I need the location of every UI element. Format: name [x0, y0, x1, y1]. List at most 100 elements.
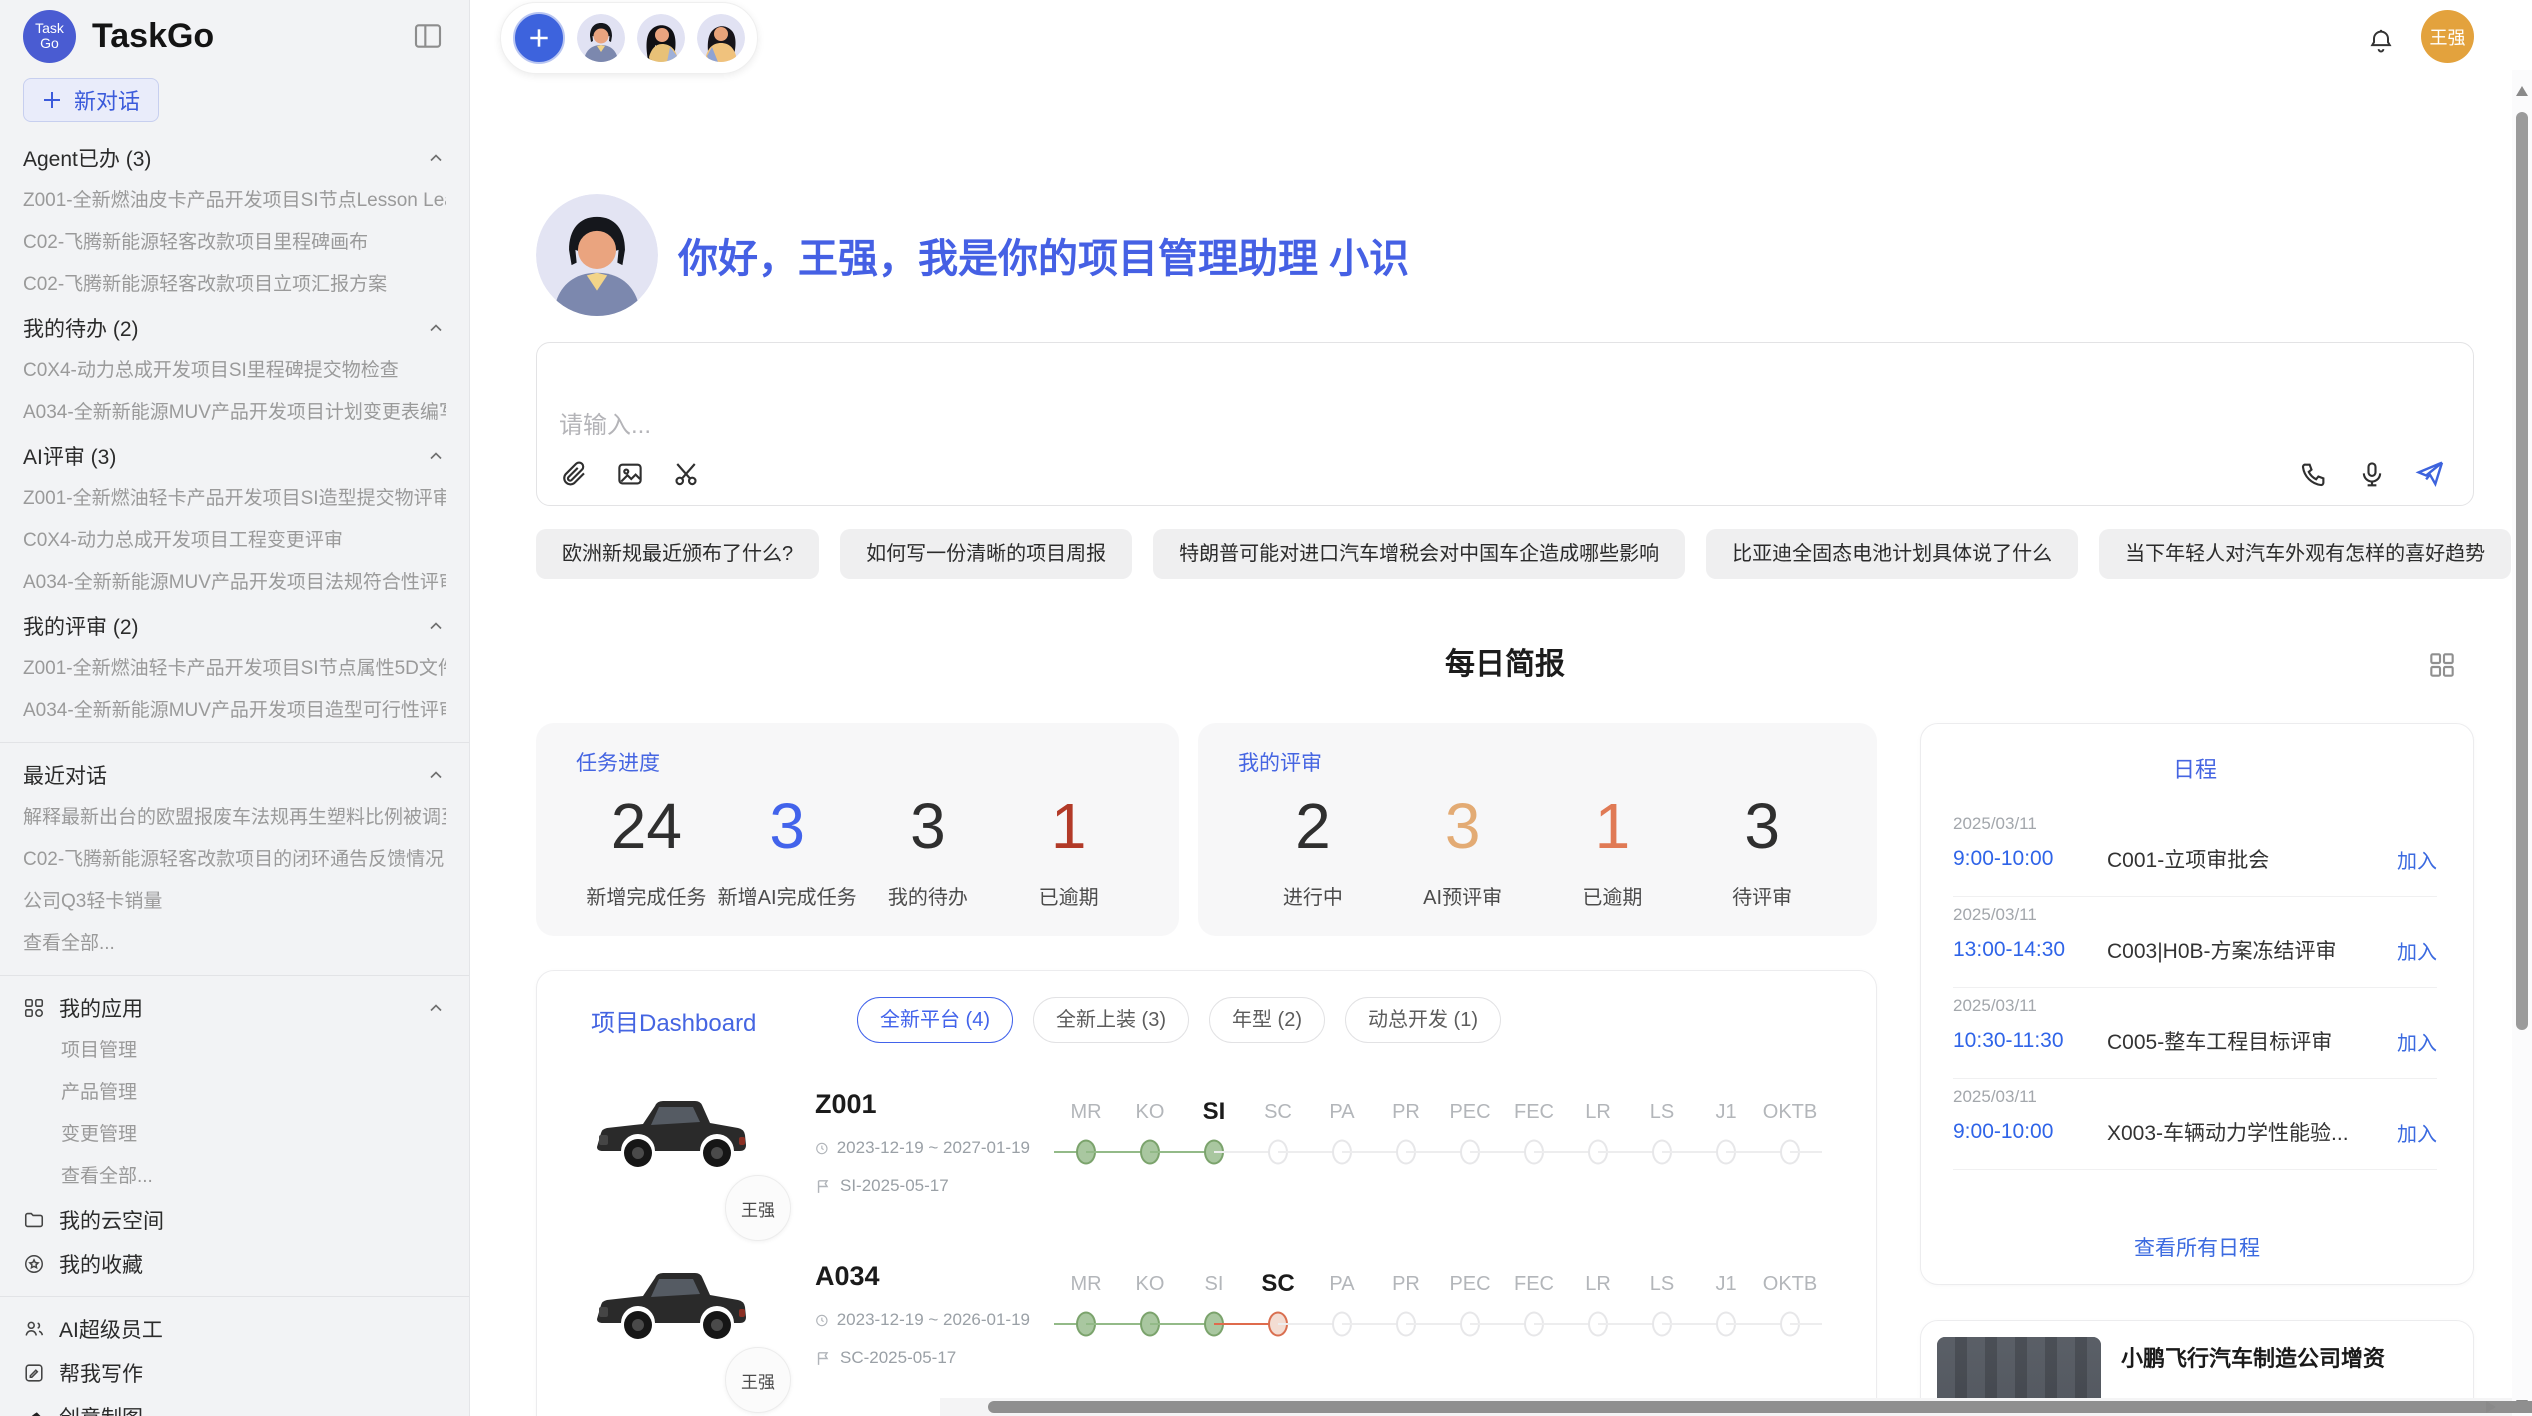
sidebar-task-item[interactable]: C02-飞腾新能源轻客改款项目立项汇报方案: [23, 264, 446, 306]
milestone-dot: [1396, 1312, 1416, 1337]
logo-text-top: Task: [35, 21, 64, 36]
milestone: PR: [1374, 1093, 1438, 1173]
sidebar-task-item[interactable]: C0X4-动力总成开发项目SI里程碑提交物检查: [23, 350, 446, 392]
app-logo: Task Go: [23, 10, 76, 63]
sidebar-task-item[interactable]: C02-飞腾新能源轻客改款项目里程碑画布: [23, 222, 446, 264]
stat-value: 2: [1238, 783, 1388, 869]
add-session-button[interactable]: [513, 12, 565, 64]
suggestion-chip[interactable]: 比亚迪全固态电池计划具体说了什么: [1706, 529, 2078, 579]
sidebar-task-item[interactable]: Z001-全新燃油轻卡产品开发项目SI节点属性5D文件评审: [23, 648, 446, 690]
sidebar-task-item[interactable]: Z001-全新燃油皮卡产品开发项目SI节点Lesson Learn报告: [23, 180, 446, 222]
stat-value: 3: [1687, 783, 1837, 869]
new-chat-button[interactable]: 新对话: [23, 78, 159, 122]
stat-item: 3 我的待办: [858, 783, 999, 910]
join-meeting-link[interactable]: 加入: [2397, 1118, 2437, 1147]
recent-chat-item[interactable]: 公司Q3轻卡销量: [23, 881, 446, 923]
send-icon[interactable]: [2413, 457, 2447, 491]
sidebar-item-help-write[interactable]: 帮我写作: [23, 1351, 446, 1395]
section-header-my-review[interactable]: 我的评审 (2): [23, 604, 446, 648]
sidebar-item-cloud-space[interactable]: 我的云空间: [23, 1198, 446, 1242]
paperclip-icon[interactable]: [557, 457, 591, 491]
microphone-icon[interactable]: [2355, 457, 2389, 491]
milestone-dot: [1652, 1140, 1672, 1165]
user-avatar[interactable]: 王强: [2421, 10, 2474, 63]
milestone-dot: [1780, 1140, 1800, 1165]
join-meeting-link[interactable]: 加入: [2397, 936, 2437, 965]
suggestion-chip[interactable]: 如何写一份清晰的项目周报: [840, 529, 1132, 579]
sidebar-item-ai-super-staff[interactable]: AI超级员工: [23, 1307, 446, 1351]
section-header-my-todo[interactable]: 我的待办 (2): [23, 306, 446, 350]
schedule-date: 2025/03/11: [1953, 814, 2437, 834]
phone-call-icon[interactable]: [2297, 457, 2331, 491]
stat-value: 3: [1388, 783, 1538, 869]
sidebar-task-item[interactable]: A034-全新新能源MUV产品开发项目法规符合性评审: [23, 562, 446, 604]
section-header-recent-chats[interactable]: 最近对话: [23, 753, 446, 797]
project-dates: 2023-12-19 ~ 2026-01-19: [837, 1310, 1030, 1330]
image-icon[interactable]: [613, 457, 647, 491]
recent-view-all-link[interactable]: 查看全部...: [23, 923, 446, 965]
chat-input-box[interactable]: 请输入...: [536, 342, 2474, 506]
layout-grid-icon[interactable]: [2426, 649, 2458, 681]
schedule-entry: 2025/03/11 9:00-10:00 X003-车辆动力学性能验... 加…: [1953, 1079, 2437, 1170]
sidebar-item-creative-draw[interactable]: 创意制图: [23, 1395, 446, 1416]
milestone: FEC: [1502, 1093, 1566, 1173]
milestone-dot: [1460, 1312, 1480, 1337]
milestone-dot: [1524, 1312, 1544, 1337]
milestone-label: FEC: [1502, 1265, 1566, 1303]
sidebar-task-item[interactable]: A034-全新新能源MUV产品开发项目造型可行性评审: [23, 690, 446, 732]
milestone: J1: [1694, 1093, 1758, 1173]
app-subitem[interactable]: 产品管理: [23, 1072, 446, 1114]
sidebar-item-my-apps[interactable]: 我的应用: [23, 986, 446, 1030]
sidebar-collapse-icon[interactable]: [412, 20, 444, 52]
milestone: KO: [1118, 1093, 1182, 1173]
horizontal-scrollbar[interactable]: [940, 1398, 2512, 1416]
milestone-label: OKTB: [1758, 1093, 1822, 1131]
logo-text-bottom: Go: [40, 36, 59, 51]
app-subitem[interactable]: 项目管理: [23, 1030, 446, 1072]
milestone-dot: [1204, 1140, 1224, 1165]
app-subitem[interactable]: 变更管理: [23, 1114, 446, 1156]
join-meeting-link[interactable]: 加入: [2397, 845, 2437, 874]
session-avatar-1[interactable]: [577, 14, 625, 62]
apps-view-all-link[interactable]: 查看全部...: [23, 1156, 446, 1198]
section-header-agent-done[interactable]: Agent已办 (3): [23, 136, 446, 180]
notification-bell-icon[interactable]: [2367, 27, 2395, 55]
milestone-dot: [1460, 1140, 1480, 1165]
stat-label: 新增完成任务: [576, 881, 717, 910]
suggestion-chip[interactable]: 欧洲新规最近颁布了什么?: [536, 529, 819, 579]
recent-chat-item[interactable]: 解释最新出台的欧盟报废车法规再生塑料比例被调至15%...: [23, 797, 446, 839]
sidebar-task-item[interactable]: C0X4-动力总成开发项目工程变更评审: [23, 520, 446, 562]
briefing-right-column: 日程 2025/03/11 9:00-10:00 C001-立项审批会 加入: [1920, 723, 2474, 1416]
project-name: Z001: [815, 1089, 1030, 1120]
milestone: PEC: [1438, 1265, 1502, 1345]
vertical-scrollbar[interactable]: [2512, 70, 2532, 1416]
suggestion-chip[interactable]: 特朗普可能对进口汽车增税会对中国车企造成哪些影响: [1153, 529, 1685, 579]
recent-chat-item[interactable]: C02-飞腾新能源轻客改款项目的闭环通告反馈情况: [23, 839, 446, 881]
schedule-meeting-name: C003|H0B-方案冻结评审: [2103, 935, 2397, 965]
news-title: 小鹏飞行汽车制造公司增资: [2121, 1341, 2457, 1373]
dashboard-tab[interactable]: 动总开发 (1): [1345, 997, 1501, 1043]
vertical-scrollbar-thumb[interactable]: [2516, 112, 2528, 1030]
sidebar-task-item[interactable]: Z001-全新燃油轻卡产品开发项目SI造型提交物评审: [23, 478, 446, 520]
scissors-icon[interactable]: [669, 457, 703, 491]
dashboard-tab[interactable]: 全新平台 (4): [857, 997, 1013, 1043]
join-meeting-link[interactable]: 加入: [2397, 1027, 2437, 1056]
sidebar-item-favorites[interactable]: 我的收藏: [23, 1242, 446, 1286]
dashboard-tab[interactable]: 年型 (2): [1209, 997, 1325, 1043]
dashboard-tab[interactable]: 全新上装 (3): [1033, 997, 1189, 1043]
session-avatar-2[interactable]: [637, 14, 685, 62]
milestone: SI: [1182, 1093, 1246, 1173]
app-title: TaskGo: [92, 17, 214, 56]
project-row-a034[interactable]: 王强 A034 2023-12-19 ~ 2026-01-19: [591, 1259, 1828, 1379]
suggestion-chip[interactable]: 当下年轻人对汽车外观有怎样的喜好趋势: [2099, 529, 2511, 579]
project-owner-badge: 王强: [725, 1347, 791, 1413]
project-row-z001[interactable]: 王强 Z001 2023-12-19 ~ 2027-01-19: [591, 1087, 1828, 1207]
sidebar-task-item[interactable]: A034-全新新能源MUV产品开发项目计划变更表编写: [23, 392, 446, 434]
horizontal-scrollbar-thumb[interactable]: [988, 1401, 2532, 1413]
session-avatar-3[interactable]: [697, 14, 745, 62]
section-header-ai-review[interactable]: AI评审 (3): [23, 434, 446, 478]
view-all-schedule-link[interactable]: 查看所有日程: [1921, 1232, 2473, 1262]
project-info: Z001 2023-12-19 ~ 2027-01-19 SI-2025-05-…: [815, 1087, 1030, 1196]
stat-item: 3 AI预评审: [1388, 783, 1538, 910]
schedule-time: 9:00-10:00: [1953, 1120, 2103, 1144]
